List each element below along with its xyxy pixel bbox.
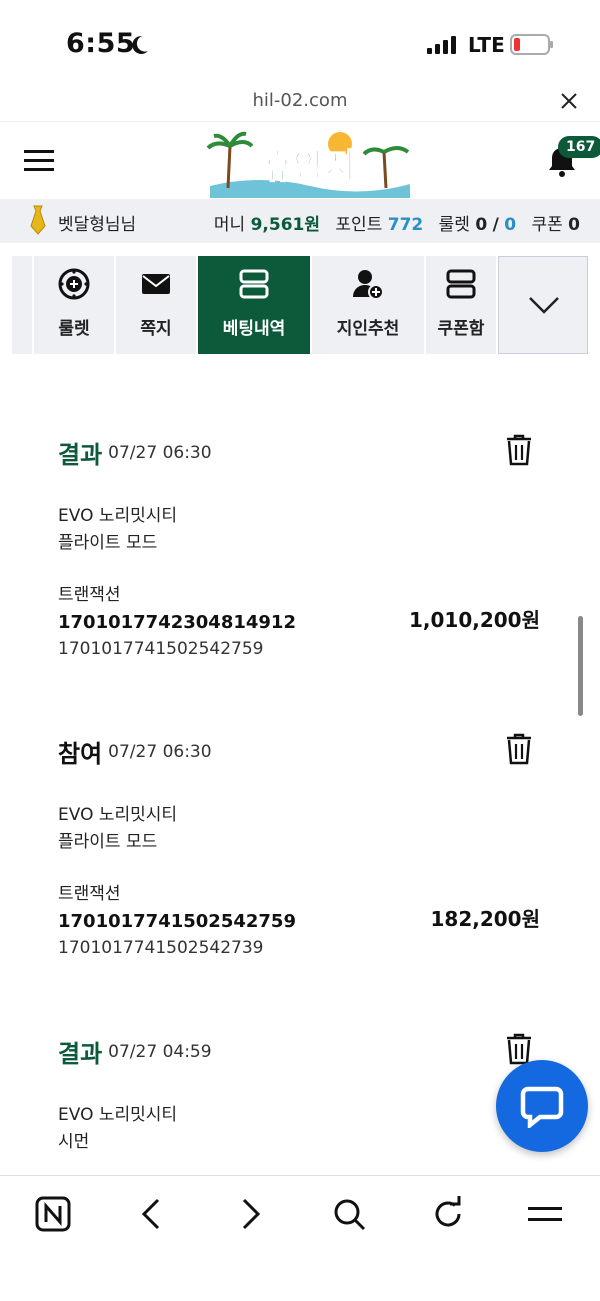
- add-user-icon: [353, 270, 384, 300]
- menu-label: 지인추천: [336, 319, 400, 339]
- bet-time: 07/27 06:30: [108, 741, 212, 762]
- transaction-ref: 1701017741502542739: [58, 938, 264, 958]
- bet-amount: 1,010,200원: [408, 608, 540, 632]
- menu-label: 룰렛: [58, 319, 90, 339]
- signal-icon: [427, 36, 456, 54]
- menu-item-bet-history[interactable]: 베팅내역: [198, 256, 310, 354]
- menu-label: 쪽지: [140, 319, 172, 339]
- transaction-id: 1701017742304814912: [58, 612, 296, 633]
- roulette-used: 0: [475, 215, 488, 235]
- point-value: 772: [387, 215, 424, 235]
- battery-icon: [510, 34, 553, 55]
- network-label: LTE: [468, 33, 505, 57]
- coupon-label: 쿠폰: [531, 215, 563, 235]
- scrollbar-thumb[interactable]: [578, 616, 583, 716]
- close-icon[interactable]: [560, 92, 578, 110]
- bet-mode: 시먼: [58, 1132, 90, 1152]
- browser-url-bar[interactable]: hil-02.com: [0, 88, 600, 118]
- coupon-value: 0: [568, 215, 580, 235]
- browser-bottom-bar: [0, 1175, 600, 1301]
- site-logo[interactable]: 휴양지: [200, 126, 420, 198]
- bet-mode: 플라이트 모드: [58, 533, 158, 553]
- url-text[interactable]: hil-02.com: [0, 90, 600, 111]
- bet-header: 참여 07/27 06:30: [58, 732, 548, 768]
- status-bar: 6:55 LTE: [0, 0, 600, 88]
- notification-badge[interactable]: 167: [558, 136, 600, 158]
- bet-game: EVO 노리밋시티: [58, 506, 178, 526]
- transaction-row: 1701017742304814912 1,010,200원: [58, 608, 548, 636]
- roulette-separator: /: [492, 215, 499, 235]
- roulette-label: 룰렛: [438, 215, 470, 235]
- logo-text: 휴양지: [262, 147, 356, 187]
- bet-time: 07/27 06:30: [108, 442, 212, 463]
- bet-header: 결과 07/27 04:59: [58, 1033, 548, 1068]
- bet-mode: 플라이트 모드: [58, 832, 158, 852]
- bet-status: 참여: [58, 740, 103, 768]
- quick-menu: 룰렛 쪽지 베팅내역 지인추천 쿠폰함: [12, 256, 588, 354]
- transaction-ref: 1701017741502542759: [58, 639, 264, 659]
- status-time: 6:55: [66, 28, 136, 59]
- transaction-row: 1701017741502542759 182,200원: [58, 907, 548, 935]
- point-label: 포인트: [335, 215, 383, 235]
- chat-bubble-icon: [520, 1086, 564, 1128]
- bet-header: 결과 07/27 06:30: [58, 433, 548, 469]
- back-icon[interactable]: [134, 1196, 170, 1232]
- bet-card: 참여 07/27 06:30 EVO 노리밋시티 플라이트 모드 트랜잭션 170…: [58, 732, 548, 962]
- bet-card: 결과 07/27 04:59 EVO 노리밋시티 시먼: [58, 1033, 548, 1156]
- transaction-id: 1701017741502542759: [58, 911, 296, 932]
- bet-card: 결과 07/27 06:30 EVO 노리밋시티 플라이트 모드 트랜잭션 170…: [58, 433, 548, 663]
- search-icon[interactable]: [331, 1196, 367, 1232]
- menu-item-coupons[interactable]: 쿠폰함: [426, 256, 496, 354]
- roulette-icon: [58, 268, 90, 300]
- menu-item-referral[interactable]: 지인추천: [312, 256, 424, 354]
- hamburger-menu-icon[interactable]: [24, 148, 54, 174]
- bet-amount: 182,200원: [430, 907, 541, 931]
- user-info-bar: 벳달형님님 머니 9,561원 포인트 772 룰렛 0 / 0 쿠폰 0: [0, 199, 600, 243]
- bet-time: 07/27 04:59: [108, 1041, 212, 1062]
- menu-label: 베팅내역: [222, 319, 286, 339]
- roulette-total: 0: [504, 215, 517, 235]
- bet-status: 결과: [58, 441, 103, 469]
- money-value: 9,561원: [250, 215, 321, 235]
- menu-label: 쿠폰함: [437, 319, 485, 339]
- bet-status: 결과: [58, 1040, 103, 1068]
- trash-icon[interactable]: [504, 433, 534, 467]
- chevron-down-icon: [529, 297, 559, 314]
- list-icon: [239, 269, 269, 299]
- chat-button[interactable]: [496, 1060, 588, 1152]
- forward-icon[interactable]: [232, 1196, 268, 1232]
- trash-icon[interactable]: [504, 732, 534, 766]
- reload-icon[interactable]: [430, 1196, 466, 1232]
- transaction-label: 트랜잭션: [58, 585, 121, 605]
- tie-icon: [30, 205, 46, 235]
- menu-item-roulette[interactable]: 룰렛: [34, 256, 114, 354]
- list-icon: [446, 269, 476, 299]
- bet-game: EVO 노리밋시티: [58, 1105, 178, 1125]
- user-stats: 머니 9,561원 포인트 772 룰렛 0 / 0 쿠폰 0: [214, 210, 580, 235]
- transaction-label: 트랜잭션: [58, 884, 121, 904]
- menu-expand-button[interactable]: [498, 256, 588, 354]
- browser-menu-icon[interactable]: [527, 1196, 563, 1232]
- site-header: 휴양지 167: [0, 121, 600, 199]
- menu-item-partial: [12, 256, 32, 354]
- moon-icon: [132, 35, 148, 54]
- username[interactable]: 벳달형님님: [58, 210, 136, 235]
- envelope-icon: [142, 274, 170, 294]
- money-label: 머니: [213, 215, 246, 235]
- naver-home-icon[interactable]: [35, 1196, 71, 1232]
- bet-game: EVO 노리밋시티: [58, 805, 178, 825]
- menu-item-messages[interactable]: 쪽지: [116, 256, 196, 354]
